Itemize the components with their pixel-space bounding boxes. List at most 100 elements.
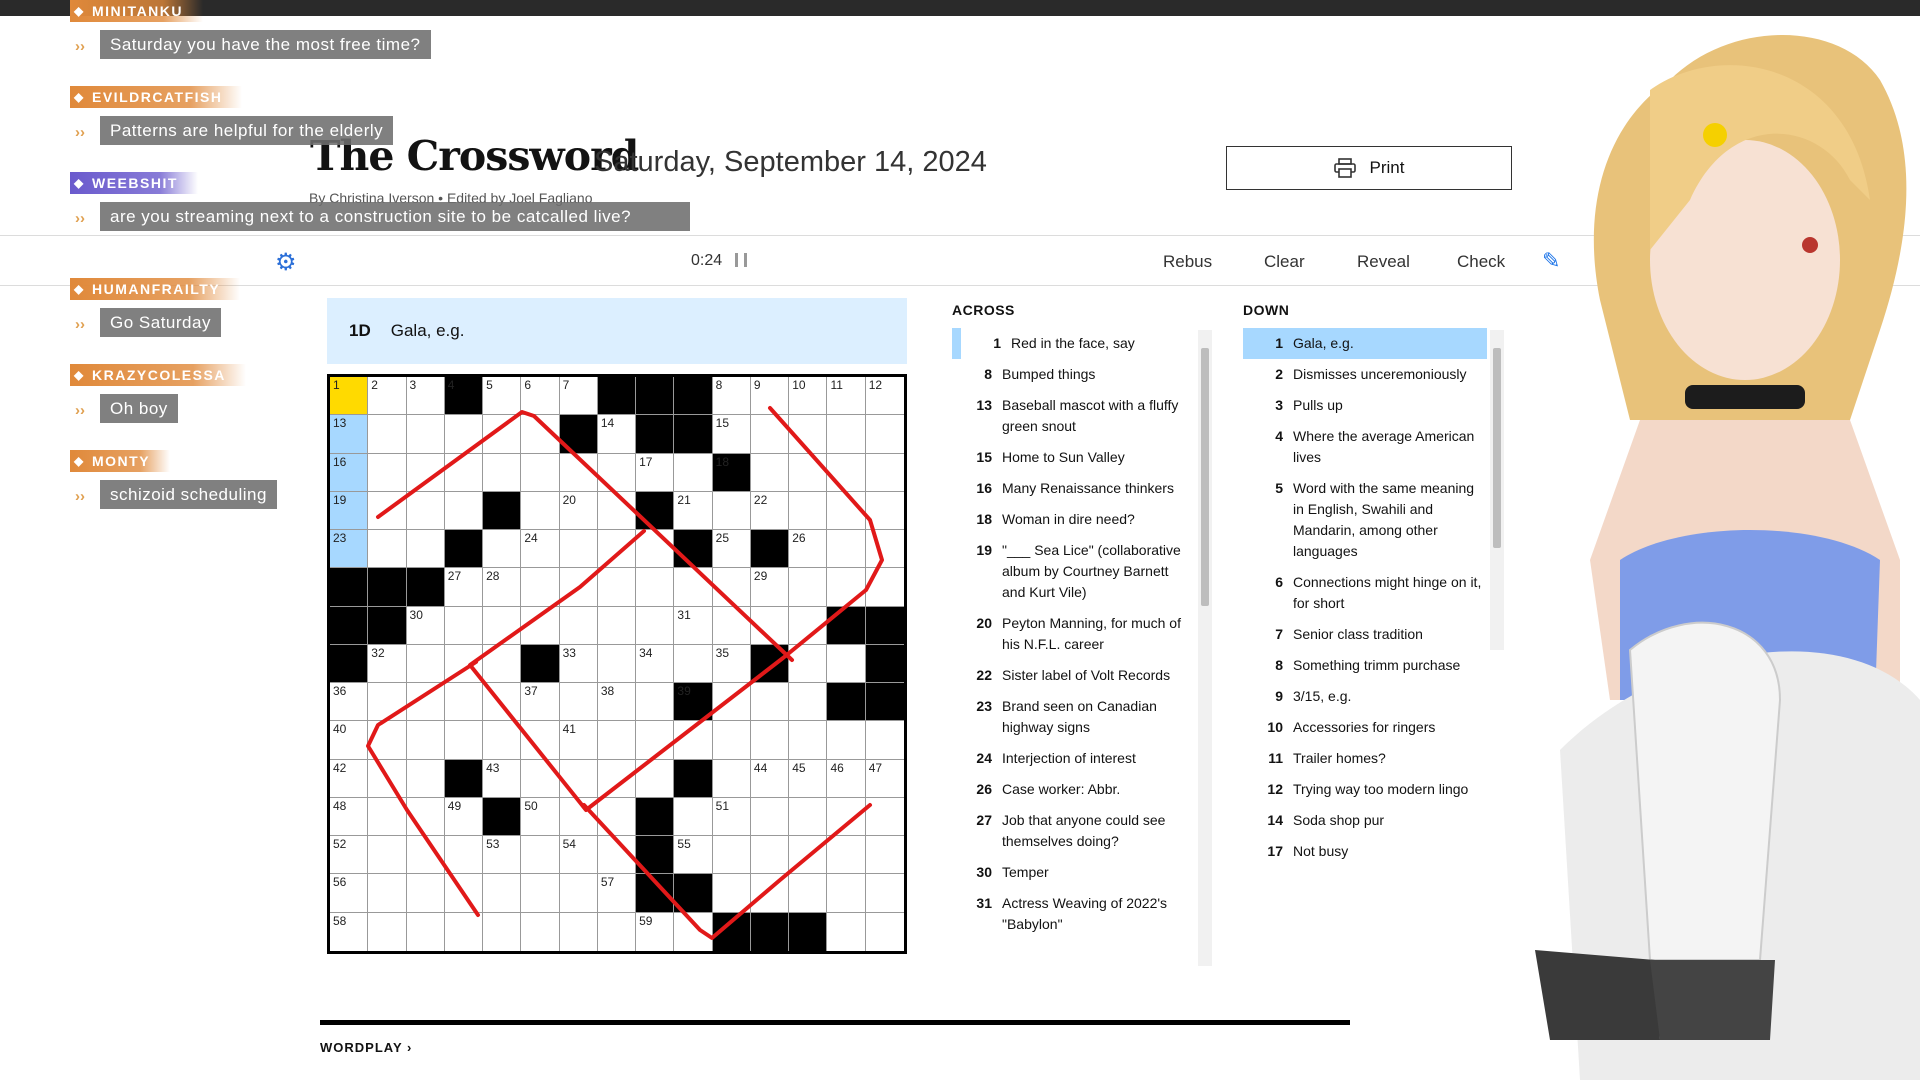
- clue-item[interactable]: 1 Gala, e.g.: [1243, 328, 1487, 359]
- grid-cell[interactable]: [636, 683, 675, 722]
- grid-cell[interactable]: 26: [789, 530, 828, 569]
- pause-icon[interactable]: [734, 253, 747, 267]
- grid-cell[interactable]: [865, 874, 904, 913]
- grid-cell[interactable]: [559, 606, 598, 645]
- grid-cell[interactable]: [597, 644, 637, 684]
- grid-cell[interactable]: 53: [483, 836, 522, 875]
- grid-cell[interactable]: [636, 721, 675, 760]
- grid-cell[interactable]: 47: [865, 759, 904, 798]
- grid-cell[interactable]: [444, 683, 484, 722]
- clue-item[interactable]: 11 Trailer homes?: [1243, 743, 1487, 774]
- grid-cell[interactable]: [368, 491, 407, 531]
- grid-cell[interactable]: [865, 530, 904, 569]
- grid-cell[interactable]: [636, 568, 675, 607]
- grid-cell[interactable]: [827, 568, 866, 607]
- grid-cell[interactable]: 40: [330, 721, 369, 760]
- grid-cell[interactable]: [865, 491, 904, 531]
- grid-cell[interactable]: [406, 683, 445, 722]
- clue-item[interactable]: 7 Senior class tradition: [1243, 619, 1487, 650]
- grid-cell[interactable]: 38: [597, 683, 637, 722]
- grid-cell[interactable]: 30: [406, 606, 445, 645]
- grid-cell[interactable]: [712, 721, 751, 760]
- clue-item[interactable]: 24 Interjection of interest: [952, 743, 1194, 774]
- grid-cell[interactable]: [483, 721, 522, 760]
- grid-cell[interactable]: [712, 759, 751, 798]
- clue-item[interactable]: 4 Where the average American lives: [1243, 421, 1487, 473]
- grid-cell[interactable]: 36: [330, 683, 369, 722]
- clue-item[interactable]: 14 Soda shop pur: [1243, 805, 1487, 836]
- grid-cell[interactable]: [674, 797, 713, 837]
- grid-cell[interactable]: [521, 453, 560, 492]
- grid-cell[interactable]: [521, 721, 560, 760]
- clear-button[interactable]: Clear: [1264, 252, 1305, 272]
- grid-cell[interactable]: [865, 568, 904, 607]
- grid-cell[interactable]: 49: [444, 797, 484, 837]
- grid-cell[interactable]: [789, 491, 828, 531]
- grid-cell[interactable]: [750, 683, 790, 722]
- clue-item[interactable]: 26 Case worker: Abbr.: [952, 774, 1194, 805]
- grid-cell[interactable]: [444, 836, 484, 875]
- grid-cell[interactable]: [521, 606, 560, 645]
- grid-cell[interactable]: [789, 797, 828, 837]
- grid-cell[interactable]: 35: [712, 644, 751, 684]
- grid-cell[interactable]: [597, 836, 637, 875]
- clue-item[interactable]: 13 Baseball mascot with a fluffy green sn…: [952, 390, 1194, 442]
- clue-item[interactable]: 12 Trying way too modern lingo: [1243, 774, 1487, 805]
- grid-cell[interactable]: 22: [750, 491, 790, 531]
- clue-item[interactable]: 19 "___ Sea Lice" (collaborative album by…: [952, 535, 1194, 608]
- grid-cell[interactable]: 54: [559, 836, 598, 875]
- grid-cell[interactable]: [559, 568, 598, 607]
- grid-cell[interactable]: 17: [636, 453, 675, 492]
- grid-cell[interactable]: 37: [521, 683, 560, 722]
- grid-cell[interactable]: [406, 759, 445, 798]
- grid-cell[interactable]: [712, 874, 751, 913]
- grid-cell[interactable]: [789, 606, 828, 645]
- grid-cell[interactable]: 2: [368, 377, 407, 416]
- grid-cell[interactable]: [827, 415, 866, 454]
- grid-cell[interactable]: [750, 721, 790, 760]
- grid-cell[interactable]: [750, 874, 790, 913]
- grid-cell[interactable]: [406, 530, 445, 569]
- grid-cell[interactable]: [789, 874, 828, 913]
- grid-cell[interactable]: [559, 797, 598, 837]
- grid-cell[interactable]: 24: [521, 530, 560, 569]
- grid-cell[interactable]: 45: [789, 759, 828, 798]
- grid-cell[interactable]: 20: [559, 491, 598, 531]
- grid-cell[interactable]: [406, 491, 445, 531]
- grid-cell[interactable]: [521, 836, 560, 875]
- clue-item[interactable]: 3 Pulls up: [1243, 390, 1487, 421]
- grid-cell[interactable]: [674, 568, 713, 607]
- grid-cell[interactable]: 14: [597, 415, 637, 454]
- grid-cell[interactable]: [444, 453, 484, 492]
- grid-cell[interactable]: [789, 568, 828, 607]
- grid-cell[interactable]: [750, 797, 790, 837]
- clue-item[interactable]: 23 Brand seen on Canadian highway signs: [952, 691, 1194, 743]
- grid-cell[interactable]: [406, 797, 445, 837]
- down-scrollbar[interactable]: [1490, 330, 1504, 650]
- grid-cell[interactable]: [865, 453, 904, 492]
- grid-cell[interactable]: 8: [712, 377, 751, 416]
- grid-cell[interactable]: [674, 453, 713, 492]
- grid-cell[interactable]: [483, 683, 522, 722]
- grid-cell[interactable]: [789, 644, 828, 684]
- grid-cell[interactable]: 10: [789, 377, 828, 416]
- grid-cell[interactable]: [674, 912, 713, 951]
- grid-cell[interactable]: [865, 912, 904, 951]
- grid-cell[interactable]: 57: [597, 874, 637, 913]
- grid-cell[interactable]: 9: [750, 377, 790, 416]
- grid-cell[interactable]: 44: [750, 759, 790, 798]
- grid-cell[interactable]: 43: [483, 759, 522, 798]
- grid-cell[interactable]: [444, 644, 484, 684]
- grid-cell[interactable]: 52: [330, 836, 369, 875]
- grid-cell[interactable]: [597, 759, 637, 798]
- grid-cell[interactable]: [406, 836, 445, 875]
- grid-cell[interactable]: [827, 644, 866, 684]
- grid-cell[interactable]: 42: [330, 759, 369, 798]
- grid-cell[interactable]: [597, 606, 637, 645]
- grid-cell[interactable]: [521, 568, 560, 607]
- grid-cell[interactable]: [712, 836, 751, 875]
- grid-cell[interactable]: [712, 606, 751, 645]
- grid-cell[interactable]: [789, 721, 828, 760]
- grid-cell[interactable]: [368, 683, 407, 722]
- grid-cell[interactable]: [865, 721, 904, 760]
